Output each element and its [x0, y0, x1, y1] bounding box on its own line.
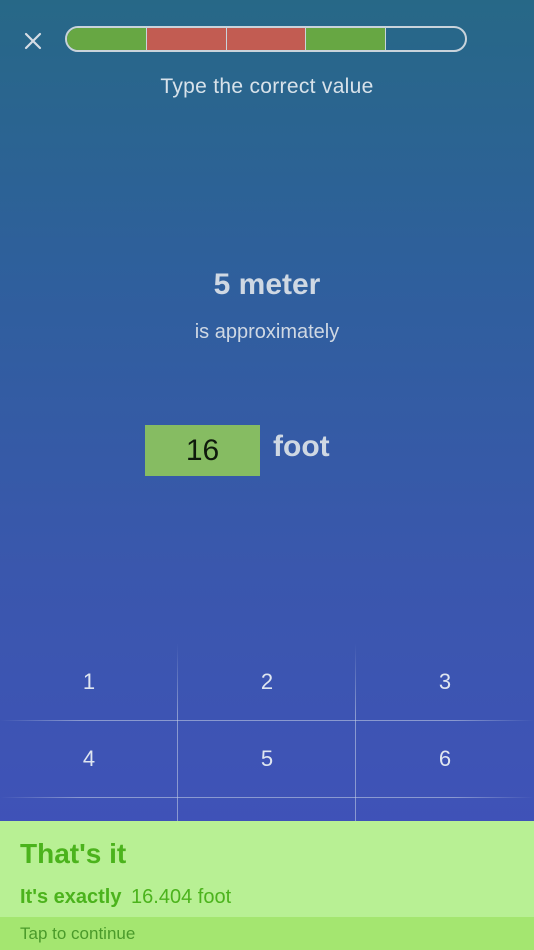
target-unit: foot [273, 430, 330, 463]
progress-segment-wrong [146, 28, 227, 50]
key-4[interactable]: 4 [0, 720, 178, 797]
key-2[interactable]: 2 [178, 643, 356, 720]
progress-segment-correct [306, 28, 387, 50]
keypad-divider [0, 797, 534, 798]
progress-segment-wrong [226, 28, 307, 50]
progress-segment-correct [67, 28, 147, 50]
source-quantity: 5 meter [213, 268, 321, 301]
progress-bar [65, 26, 467, 52]
feedback-detail-label: It's exactly [20, 886, 122, 908]
key-6[interactable]: 6 [356, 720, 534, 797]
keypad-divider [177, 643, 178, 823]
keypad-divider [355, 643, 356, 823]
numeric-keypad: 1 2 3 4 5 6 [0, 643, 534, 823]
key-5[interactable]: 5 [178, 720, 356, 797]
close-button[interactable] [18, 26, 48, 56]
feedback-detail-value: 16.404 foot [131, 886, 232, 908]
keypad-divider [0, 720, 534, 721]
answer-input[interactable]: 16 [145, 425, 260, 476]
instruction-text: Type the correct value [160, 75, 374, 98]
continue-button[interactable]: Tap to continue [0, 917, 534, 950]
feedback-panel: That's it It's exactly 16.404 foot Tap t… [0, 821, 534, 950]
key-1[interactable]: 1 [0, 643, 178, 720]
connector-text: is approximately [194, 321, 340, 343]
progress-segment-pending [386, 28, 465, 50]
close-icon [24, 32, 42, 50]
feedback-detail: It's exactly 16.404 foot [20, 886, 231, 909]
feedback-title: That's it [20, 838, 127, 869]
key-3[interactable]: 3 [356, 643, 534, 720]
